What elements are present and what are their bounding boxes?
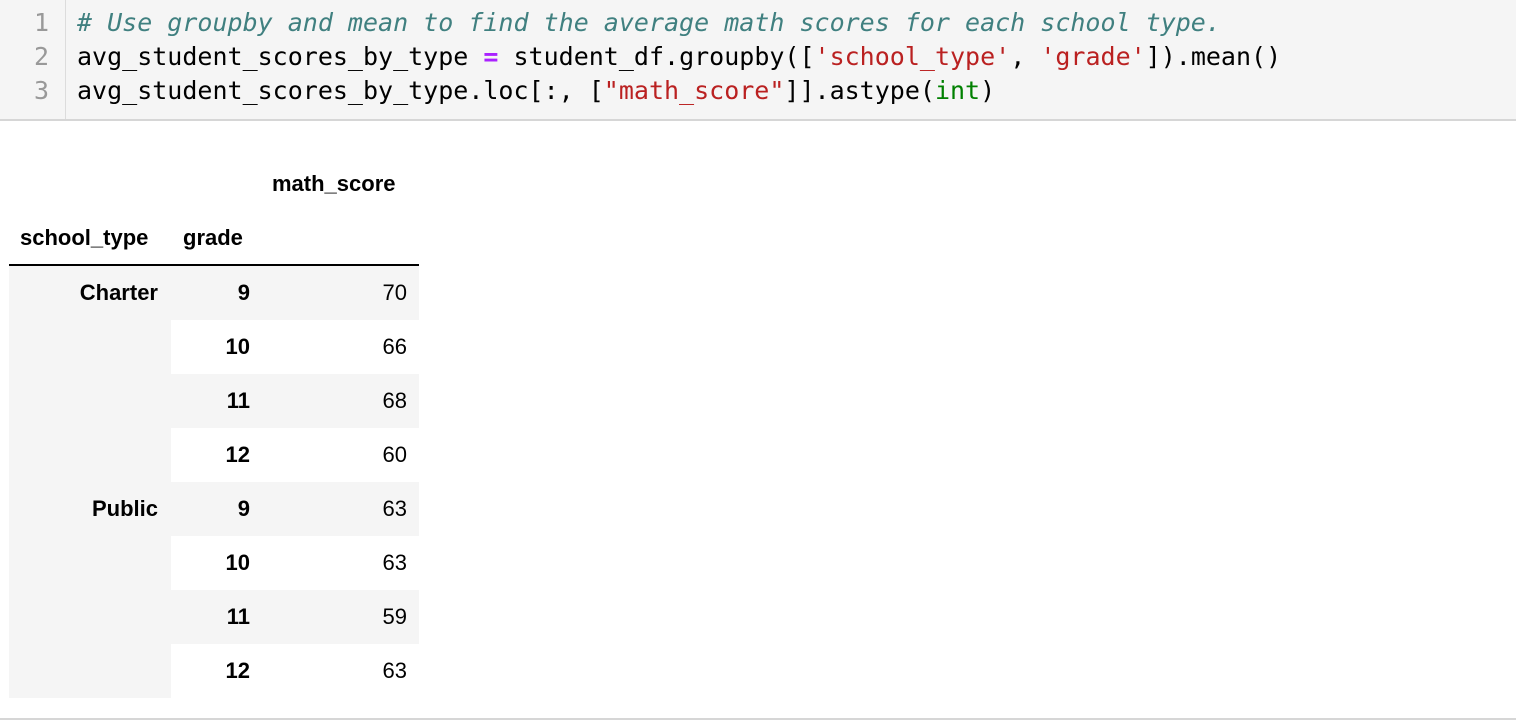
code-string-math-score: "math_score"	[603, 76, 785, 105]
output-bottom-divider	[0, 718, 1516, 720]
code-assign-operator: =	[483, 42, 499, 71]
school-type-cell: Public	[9, 482, 171, 536]
index-header-school-type: school_type	[20, 225, 149, 250]
grade-cell: 9	[171, 482, 262, 536]
code-close-paren: )	[980, 76, 996, 105]
code-loc-call: avg_student_scores_by_type.loc[:, [	[77, 76, 604, 105]
code-line-2[interactable]: avg_student_scores_by_type = student_df.…	[77, 40, 1281, 74]
math-score-cell: 63	[382, 658, 407, 683]
table-row: 11 68	[9, 374, 419, 428]
math-score-cell: 63	[262, 482, 419, 536]
school-type-cell	[9, 374, 171, 428]
school-type-cell	[9, 590, 171, 644]
table-row: 10 66	[9, 320, 419, 374]
code-separator: ,	[1010, 42, 1041, 71]
code-line-3[interactable]: avg_student_scores_by_type.loc[:, ["math…	[77, 74, 995, 108]
line-number-1: 1	[33, 8, 49, 37]
code-builtin-int: int	[934, 76, 981, 105]
index-header-grade: grade	[183, 225, 243, 250]
code-astype-call: ]].astype(	[784, 76, 935, 105]
math-score-cell: 68	[262, 374, 419, 428]
math-score-cell: 59	[262, 590, 419, 644]
math-score-cell: 66	[382, 334, 407, 359]
table-row: 12 60	[9, 428, 419, 482]
school-type-cell	[9, 536, 171, 590]
table-row: Charter 9 70	[9, 266, 419, 320]
school-type-cell	[9, 428, 171, 482]
code-comment: # Use groupby and mean to find the avera…	[77, 8, 1221, 37]
table-row: 10 63	[9, 536, 419, 590]
school-type-cell	[9, 320, 171, 374]
grade-cell: 10	[225, 550, 250, 575]
code-mean-call: ]).mean()	[1145, 42, 1282, 71]
column-header-math-score: math_score	[272, 171, 396, 196]
code-string-school-type: 'school_type'	[814, 42, 1011, 71]
grade-cell: 12	[225, 442, 250, 467]
table-row: 12 63	[9, 644, 419, 698]
code-line-1[interactable]: # Use groupby and mean to find the avera…	[77, 6, 1221, 40]
code-string-grade: 'grade'	[1040, 42, 1146, 71]
math-score-cell: 63	[382, 550, 407, 575]
cell-output: math_score school_type grade Charter 9 7…	[0, 123, 1516, 719]
math-score-cell: 70	[262, 266, 419, 320]
line-number-gutter: 1 2 3	[0, 0, 66, 119]
code-cell[interactable]: 1 2 3 # Use groupby and mean to find the…	[0, 0, 1516, 121]
grade-cell: 11	[171, 374, 262, 428]
school-type-cell	[9, 644, 171, 698]
school-type-cell: Charter	[9, 266, 171, 320]
dataframe-body: Charter 9 70 10 66 11 68 12 60 Public 9 …	[9, 266, 419, 698]
table-row: Public 9 63	[9, 482, 419, 536]
code-variable: avg_student_scores_by_type	[77, 42, 484, 71]
line-number-3: 3	[33, 76, 49, 105]
code-groupby-call: student_df.groupby([	[498, 42, 815, 71]
grade-cell: 9	[171, 266, 262, 320]
grade-cell: 11	[171, 590, 262, 644]
line-number-2: 2	[33, 42, 49, 71]
math-score-cell: 60	[382, 442, 407, 467]
grade-cell: 10	[225, 334, 250, 359]
grade-cell: 12	[225, 658, 250, 683]
table-row: 11 59	[9, 590, 419, 644]
